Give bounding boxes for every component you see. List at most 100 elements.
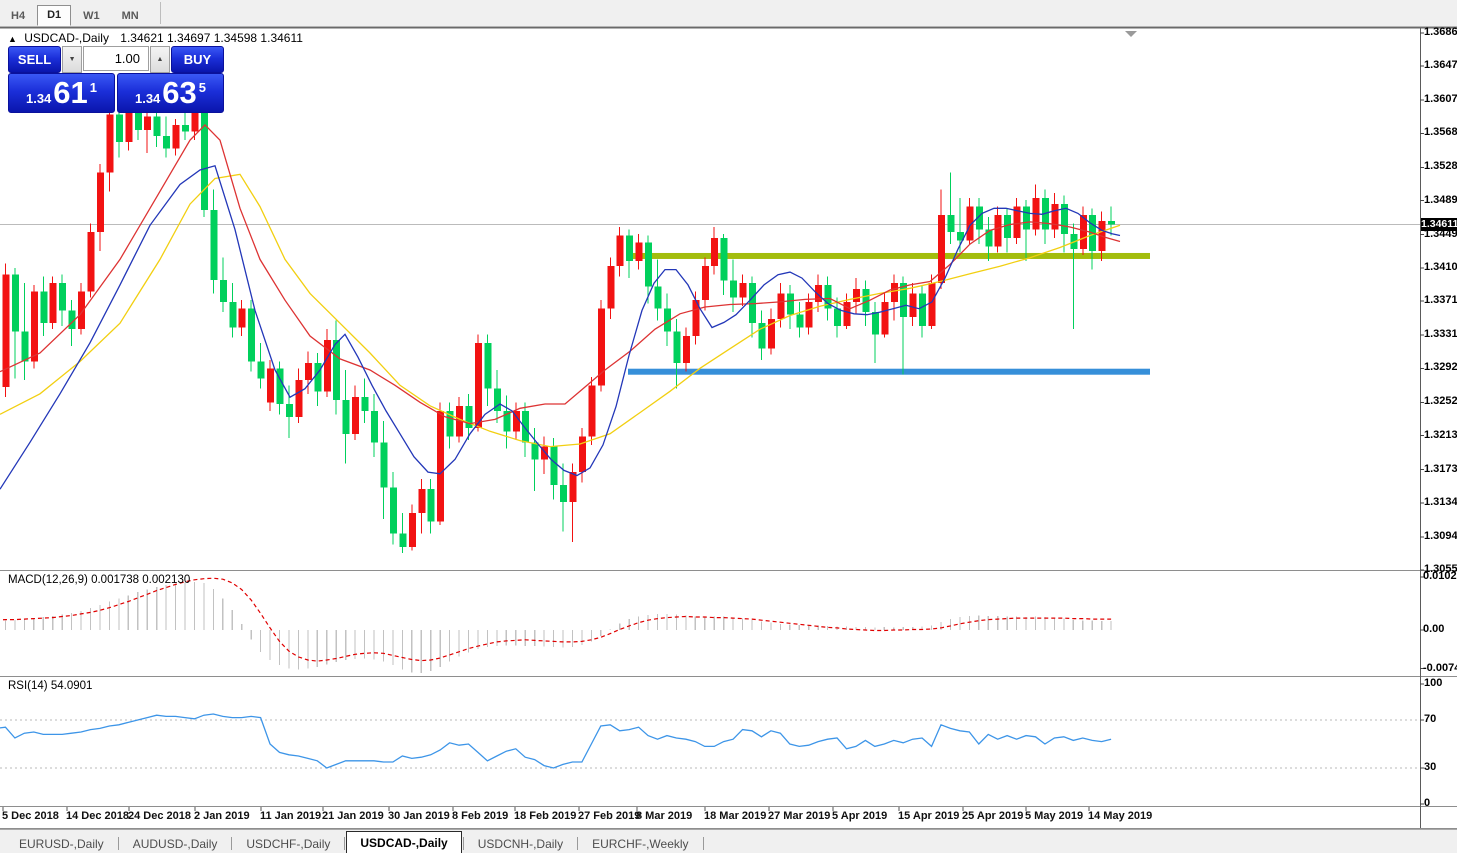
- date-axis-label: 27 Feb 2019: [578, 810, 641, 822]
- macd-axis-label: 0.010229: [1423, 570, 1457, 582]
- timeframe-tab-w1[interactable]: W1: [73, 6, 110, 26]
- date-axis-label: 14 Dec 2018: [66, 810, 129, 822]
- candle-body: [333, 340, 341, 400]
- candle-body: [115, 114, 123, 142]
- candle-body: [87, 232, 95, 292]
- rsi-axis-label: 30: [1424, 761, 1437, 773]
- sell-price-pip: 1: [89, 79, 98, 95]
- buy-button[interactable]: BUY: [170, 46, 224, 73]
- price-axis-label: 1.34100: [1424, 260, 1457, 273]
- candle-body: [985, 229, 993, 247]
- candle-body: [342, 399, 350, 434]
- candle-body: [852, 289, 860, 302]
- candle-body: [399, 533, 407, 548]
- volume-decrease-button[interactable]: ▼: [62, 46, 82, 73]
- candle-body: [871, 312, 879, 335]
- date-axis-label: 21 Jan 2019: [322, 810, 384, 822]
- candle-body: [805, 301, 813, 328]
- candle-body: [1051, 204, 1059, 230]
- date-axis-label: 5 May 2019: [1025, 810, 1084, 822]
- candle-body: [682, 335, 690, 364]
- timeframe-tab-h4[interactable]: H4: [1, 6, 35, 26]
- timeframe-tab-mn[interactable]: MN: [112, 6, 149, 26]
- symbol-tab-eurusd[interactable]: EURUSD-,Daily: [6, 834, 117, 853]
- price-axis-label: 1.33710: [1424, 294, 1457, 307]
- symbol-tab-eurchf[interactable]: EURCHF-,Weekly: [579, 834, 701, 853]
- tab-separator: [117, 837, 119, 850]
- collapse-panel-icon[interactable]: ▲: [8, 34, 17, 44]
- candle-body: [654, 286, 662, 309]
- candle-body: [59, 283, 67, 311]
- candle-body: [285, 404, 293, 417]
- candle-body: [711, 238, 719, 267]
- date-axis-label: 11 Jan 2019: [260, 810, 322, 822]
- timeframe-tab-d1[interactable]: D1: [37, 5, 72, 26]
- volume-input[interactable]: [83, 46, 149, 71]
- candle-body: [361, 397, 369, 411]
- candle-body: [1108, 221, 1116, 225]
- symbol-tab-audusd[interactable]: AUDUSD-,Daily: [120, 834, 231, 853]
- date-axis-label: 5 Apr 2019: [832, 810, 888, 822]
- date-axis-label: 18 Mar 2019: [704, 810, 767, 822]
- rsi-axis-label: 70: [1424, 713, 1437, 725]
- candle-body: [125, 110, 133, 142]
- candle-body: [304, 363, 312, 381]
- price-axis-label: 1.30940: [1424, 529, 1457, 542]
- buy-price-pip: 5: [198, 79, 207, 95]
- sell-price-button[interactable]: 1.34 61 1: [8, 73, 115, 113]
- rsi-axis-label: 0: [1424, 797, 1431, 809]
- candle-body: [40, 291, 48, 324]
- candle-body: [947, 215, 955, 233]
- price-axis-label: 1.36860: [1424, 26, 1457, 38]
- candle-body: [49, 283, 57, 324]
- candle-body: [1004, 215, 1012, 239]
- candle-body: [172, 124, 180, 149]
- buy-price-button[interactable]: 1.34 63 5: [117, 73, 224, 113]
- mt4-window: H4 D1 W1 MN ▲ USDCAD-,Daily 1.34621 1.34697…: [0, 0, 1457, 853]
- price-axis-label: 1.32920: [1424, 361, 1457, 374]
- date-axis-label: 24 Dec 2018: [128, 810, 191, 822]
- chart-canvas[interactable]: [0, 0, 1457, 853]
- date-axis-label: 14 May 2019: [1088, 810, 1153, 822]
- candle-body: [153, 116, 161, 136]
- tab-separator: [344, 837, 346, 850]
- candle-body: [777, 293, 785, 319]
- candle-body: [238, 308, 246, 328]
- candle-body: [626, 235, 634, 262]
- candle-body: [295, 380, 303, 417]
- volume-increase-button[interactable]: ▲: [150, 46, 170, 73]
- price-axis-label: 1.35280: [1424, 160, 1457, 173]
- resistance-line: [628, 252, 1150, 259]
- candle-body: [484, 342, 492, 389]
- symbol-tab-usdchf[interactable]: USDCHF-,Daily: [233, 834, 343, 853]
- candle-body: [144, 116, 152, 131]
- sell-price-big-digits: 61: [53, 75, 88, 110]
- candle-body: [30, 291, 38, 362]
- price-axis-label: 1.36070: [1424, 93, 1457, 106]
- candle-body: [890, 283, 898, 302]
- date-axis-label: 8 Mar 2019: [636, 810, 693, 822]
- candle-body: [371, 410, 378, 443]
- candle-body: [11, 274, 19, 332]
- date-axis-label: 15 Apr 2019: [898, 810, 960, 822]
- candle-body: [427, 489, 435, 522]
- candle-body: [739, 283, 747, 298]
- candle-body: [21, 331, 29, 362]
- candle-body: [352, 397, 360, 434]
- date-axis-label: 2 Jan 2019: [194, 810, 250, 822]
- symbol-tab-usdcnh[interactable]: USDCNH-,Daily: [465, 834, 576, 853]
- timeframe-toolbar: H4 D1 W1 MN: [0, 0, 1457, 27]
- price-axis-label: 1.33310: [1424, 328, 1457, 341]
- candle-body: [796, 314, 804, 328]
- candle-body: [229, 301, 237, 328]
- symbol-tab-usdcad[interactable]: USDCAD-,Daily: [346, 831, 462, 853]
- candle-body: [96, 172, 104, 233]
- candle-body: [994, 215, 1002, 247]
- candle-body: [474, 342, 482, 428]
- sell-price-prefix: 1.34: [25, 90, 52, 106]
- candle-body: [834, 308, 842, 326]
- rsi-name: RSI(14): [8, 680, 48, 692]
- candle-body: [78, 291, 86, 330]
- candle-body: [210, 210, 218, 280]
- sell-button[interactable]: SELL: [8, 46, 62, 73]
